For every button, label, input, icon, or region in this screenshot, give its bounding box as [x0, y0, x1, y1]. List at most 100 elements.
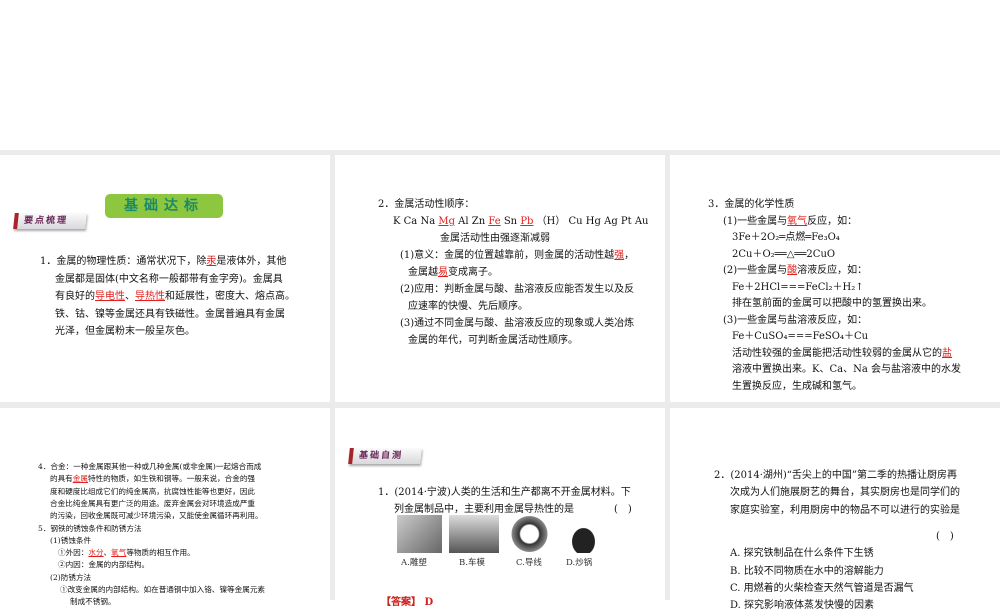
- text-line: 5．钢铁的锈蚀条件和防锈方法: [38, 523, 142, 534]
- option-caption: D.炒锅: [566, 558, 593, 568]
- text-line: 列金属制品中，主要利用金属导热性的是 ( ): [394, 500, 632, 515]
- text-segment: B. 比较不同物质在水中的溶解能力: [730, 565, 884, 577]
- section-banner: 基础达标: [105, 194, 223, 218]
- answer-highlight: 酸: [787, 265, 798, 276]
- text-segment: 列金属制品中，主要利用金属导热性的是 ( ): [394, 504, 632, 515]
- text-line: (1)意义：金属的位置越靠前，则金属的活动性越强，: [400, 246, 634, 261]
- text-line: 溶液中置换出来。K、Ca、Na 会与盐溶液中的水发: [732, 360, 961, 375]
- text-line: (2)应用：判断金属与酸、盐溶液反应能否发生以及反: [400, 280, 634, 295]
- text-segment: 光泽，但金属粉末一般呈灰色。: [55, 326, 195, 337]
- text-line: ( ): [936, 527, 954, 542]
- text-segment: 1．(2014·宁波)人类的生活和生产都离不开金属材料。下: [378, 487, 631, 498]
- text-line: 铁、钴、镍等金属还具有铁磁性。金属普遍具有金属: [55, 305, 285, 320]
- option-caption: A.雕塑: [401, 558, 427, 568]
- text-segment: Sn: [500, 216, 521, 227]
- text-segment: (2)应用：判断金属与酸、盐溶液反应能否发生以及反: [400, 284, 635, 295]
- text-line: 2．金属活动性顺序：: [378, 195, 474, 210]
- answer-highlight: 金属: [72, 474, 88, 484]
- text-line: (1)一些金属与氧气反应，如：: [723, 212, 857, 227]
- text-segment: D. 探究影响液体蒸发快慢的因素: [730, 600, 875, 611]
- text-line: 1．金属的物理性质：通常状况下，除汞是液体外，其他: [40, 252, 286, 267]
- text-line: D. 探究影响液体蒸发快慢的因素: [730, 596, 874, 611]
- text-line: (2)一些金属与酸溶液反应，如：: [723, 261, 867, 276]
- text-line: (3)通过不同金属与酸、盐溶液反应的现象或人类冶炼: [400, 314, 634, 329]
- text-segment: C. 用燃着的火柴检查天然气管道是否漏气: [730, 582, 914, 594]
- text-segment: 排在氢前面的金属可以把酸中的氢置换出来。: [732, 298, 932, 309]
- text-segment: 活动性较强的金属能把活动性较弱的金属从它的: [732, 347, 942, 359]
- text-segment: 3．金属的化学性质: [708, 199, 795, 210]
- answer-highlight: 盐: [942, 347, 952, 359]
- text-segment: (2)防锈方法: [50, 572, 92, 582]
- text-segment: A. 探究铁制品在什么条件下生锈: [730, 548, 874, 560]
- text-line: 的污染，回收金属既可减少环境污染，又能使金属循环再利用。: [50, 510, 263, 521]
- text-segment: 金属都是固体(中文名称一般都带有金字旁)。金属具: [55, 273, 283, 285]
- slide-2[interactable]: [335, 155, 665, 402]
- text-line: 次成为人们施展厨艺的舞台，其实厨房也是同学们的: [730, 483, 960, 498]
- answer-highlight: 汞: [206, 256, 217, 267]
- text-line: ①外因：水分、氧气等物质的相互作用。: [58, 547, 195, 558]
- text-segment: 反应，如：: [807, 215, 858, 227]
- text-line: 2．(2014·湖州)“舌尖上的中国”第二季的热播让厨房再: [714, 466, 957, 481]
- text-segment: ①外因：: [58, 548, 89, 558]
- text-line: 制成不锈钢。: [70, 596, 116, 607]
- text-segment: 1．金属的物理性质：通常状况下，除: [40, 256, 207, 267]
- text-line: 金属都是固体(中文名称一般都带有金字旁)。金属具: [55, 270, 283, 285]
- section-tag-self-test: 基础自测: [348, 448, 422, 464]
- text-line: 金属活动性由强逐渐减弱: [440, 229, 550, 244]
- text-line: 光泽，但金属粉末一般呈灰色。: [55, 322, 195, 337]
- text-segment: ②内因：金属的内部结构。: [58, 560, 150, 570]
- answer-highlight: 强: [614, 250, 625, 261]
- text-segment: 铁、钴、镍等金属还具有铁磁性。金属普遍具有金属: [55, 308, 285, 320]
- text-segment: 的污染，回收金属既可减少环境污染，又能使金属循环再利用。: [50, 511, 263, 521]
- text-line: 金属越易变成离子。: [408, 263, 498, 278]
- text-segment: Al Zn: [454, 216, 489, 227]
- text-line: A. 探究铁制品在什么条件下生锈: [730, 544, 874, 559]
- option-caption: B.车模: [459, 558, 485, 568]
- option-caption: C.导线: [516, 558, 542, 568]
- text-segment: 家庭实验室，利用厨房中的物品不可以进行的实验是: [730, 504, 960, 516]
- text-segment: 、: [125, 291, 135, 302]
- text-line: (1)锈蚀条件: [50, 535, 91, 546]
- text-segment: （H） Cu Hg Ag Pt Au: [533, 216, 649, 227]
- text-segment: 合金比纯金属具有更广泛的用途。废弃金属会对环境造成严重: [50, 498, 256, 508]
- text-line: 2Cu＋O₂══△══2CuO: [732, 245, 835, 260]
- text-line: (2)防锈方法: [50, 572, 91, 583]
- text-segment: 金属活动性由强逐渐减弱: [440, 233, 550, 244]
- answer-highlight: 导电性: [95, 291, 125, 302]
- text-segment: ( ): [936, 530, 954, 542]
- text-segment: 5．钢铁的锈蚀条件和防锈方法: [38, 523, 142, 533]
- text-line: 有良好的导电性、导热性和延展性，密度大、熔点高。: [55, 287, 295, 302]
- text-segment: 2．(2014·湖州)“舌尖上的中国”第二季的热播让厨房再: [714, 470, 958, 481]
- text-line: 活动性较强的金属能把活动性较弱的金属从它的盐: [732, 344, 952, 359]
- text-line: C. 用燃着的火柴检查天然气管道是否漏气: [730, 579, 914, 594]
- text-segment: 3Fe＋2O₂═点燃═Fe₃O₄: [732, 232, 840, 243]
- answer-highlight: Fe: [488, 216, 501, 227]
- text-line: 4．合金：一种金属跟其他一种或几种金属(或非金属)一起熔合而成: [38, 461, 261, 472]
- text-line: 1．(2014·宁波)人类的生活和生产都离不开金属材料。下: [378, 483, 631, 498]
- text-segment: Fe＋2HCl===FeCl₂＋H₂↑: [732, 281, 864, 293]
- text-line: 生置换反应，生成碱和氢气。: [732, 377, 862, 392]
- text-segment: 4．合金：一种金属跟其他一种或几种金属(或非金属)一起熔合而成: [38, 462, 262, 471]
- text-segment: 金属越: [408, 267, 438, 278]
- section-tag-key-points: 要点梳理: [13, 213, 87, 229]
- answer-highlight: 易: [438, 267, 448, 278]
- answer-highlight: Pb: [520, 216, 534, 227]
- text-segment: ①改变金属的内部结构。如在普通钢中加入铬、镍等金属元素: [60, 585, 266, 594]
- answer-label: 【答案】 D: [381, 597, 434, 608]
- answer-highlight: 氧气: [111, 548, 127, 558]
- image-wire-coil: [507, 515, 552, 553]
- text-segment: 2Cu＋O₂══△══2CuO: [732, 248, 836, 260]
- text-line: 应速率的快慢、先后顺序。: [408, 297, 528, 312]
- text-segment: 是液体外，其他: [216, 256, 287, 267]
- answer-highlight: 氧气: [787, 215, 808, 227]
- text-segment: (3)通过不同金属与酸、盐溶液反应的现象或人类冶炼: [400, 318, 635, 329]
- text-segment: 的具有: [50, 474, 73, 484]
- text-segment: 应速率的快慢、先后顺序。: [408, 301, 528, 312]
- text-segment: 2．金属活动性顺序：: [378, 199, 475, 210]
- text-line: ①改变金属的内部结构。如在普通钢中加入铬、镍等金属元素: [60, 584, 265, 595]
- image-wok: [561, 515, 606, 553]
- text-line: 金属的年代，可判断金属活动性顺序。: [408, 331, 578, 346]
- text-line: ②内因：金属的内部结构。: [58, 559, 149, 570]
- text-segment: (3)一些金属与盐溶液反应，如：: [723, 314, 868, 326]
- text-segment: K Ca Na: [393, 216, 439, 227]
